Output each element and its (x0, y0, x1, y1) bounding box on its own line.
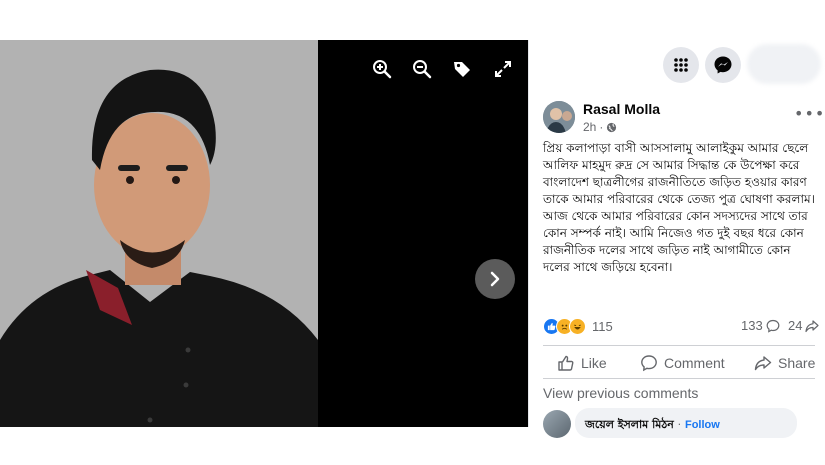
divider (543, 345, 815, 346)
comment-icon (766, 319, 780, 333)
comment-count-link[interactable]: 133 (741, 318, 780, 333)
messenger-icon (714, 56, 732, 74)
grid-icon (674, 58, 688, 72)
share-button[interactable]: Share (754, 352, 815, 374)
comment-bubble: জয়েল ইসলাম মিঠন · Follow (575, 408, 797, 438)
photo-modal: Rasal Molla 2h · ••• প্রিয় কলাপাড়া বাস… (0, 40, 825, 438)
like-label: Like (581, 355, 607, 371)
reaction-summary[interactable]: 115 (543, 318, 613, 335)
view-previous-comments[interactable]: View previous comments (543, 385, 698, 401)
author-name[interactable]: Rasal Molla (583, 101, 660, 117)
messenger-button[interactable] (705, 47, 741, 83)
post-meta: 2h · (583, 120, 617, 134)
post-text: প্রিয় কলাপাড়া বাসী আসসালামু আলাইকুম আম… (543, 141, 815, 274)
tag-icon[interactable] (451, 58, 473, 80)
more-options-icon[interactable]: ••• (794, 104, 825, 123)
share-label: Share (778, 355, 816, 371)
commenter-name[interactable]: জয়েল ইসলাম মিঠন (585, 418, 674, 431)
comment-button[interactable]: Comment (640, 352, 725, 374)
author-avatar[interactable] (543, 101, 575, 133)
share-icon (805, 319, 820, 332)
comment-author-row: জয়েল ইসলাম মিঠন · Follow (585, 416, 720, 435)
menu-grid-button[interactable] (663, 47, 699, 83)
share-arrow-icon (754, 356, 772, 371)
share-count: 24 (788, 318, 803, 333)
post-time[interactable]: 2h (583, 120, 596, 134)
comment-count: 133 (741, 318, 763, 333)
account-button[interactable] (747, 44, 821, 84)
post-photo (0, 40, 318, 427)
reaction-count: 115 (592, 319, 613, 334)
chevron-right-icon (490, 271, 500, 287)
separator-dot: · (677, 418, 682, 431)
globe-icon (607, 122, 617, 132)
next-photo-button[interactable] (475, 259, 515, 299)
divider (543, 378, 815, 379)
thumbs-up-icon (558, 355, 574, 371)
zoom-in-icon[interactable] (371, 58, 393, 80)
fullscreen-icon[interactable] (492, 58, 514, 80)
zoom-out-icon[interactable] (411, 58, 433, 80)
commenter-avatar[interactable] (543, 410, 571, 438)
haha-reaction-icon (569, 318, 586, 335)
post-panel: Rasal Molla 2h · ••• প্রিয় কলাপাড়া বাস… (528, 40, 825, 438)
comment-label: Comment (664, 355, 725, 371)
top-bar (529, 40, 825, 90)
comment-bubble-icon (641, 355, 657, 372)
like-button[interactable]: Like (557, 352, 607, 374)
photo-viewer (0, 40, 528, 427)
follow-link[interactable]: Follow (685, 419, 720, 431)
share-count-link[interactable]: 24 (788, 318, 820, 333)
